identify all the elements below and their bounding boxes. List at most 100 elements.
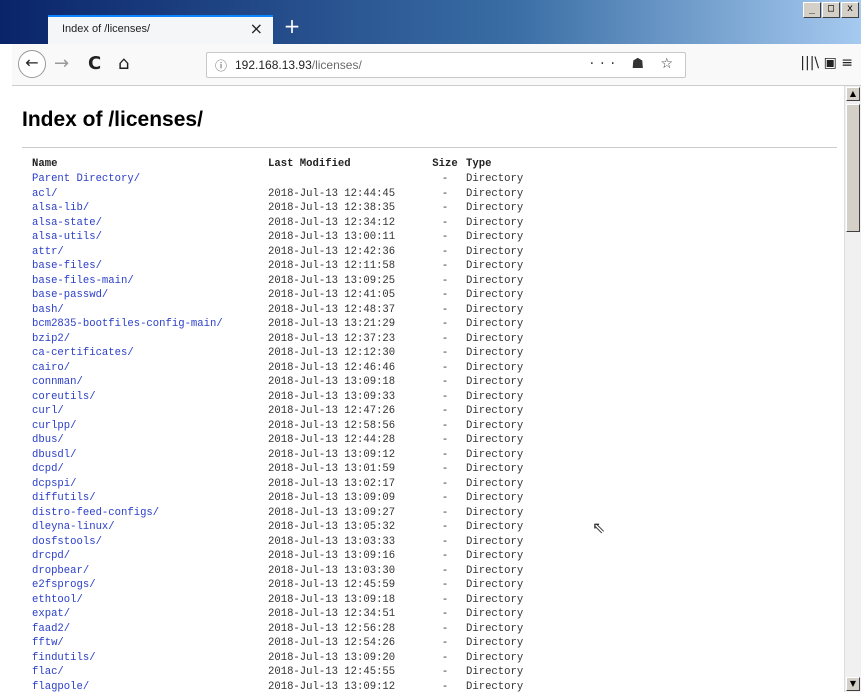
type-cell: Directory [466, 622, 524, 635]
directory-link[interactable]: flac/ [32, 666, 64, 678]
modified-cell: 2018-Jul-13 12:45:55 [268, 666, 396, 678]
directory-link[interactable]: acl/ [32, 188, 57, 200]
directory-link[interactable]: ca-certificates/ [32, 347, 134, 359]
toolbar-icons[interactable]: |||\ ▣ ≡ [800, 55, 853, 71]
reload-button[interactable]: C [88, 53, 101, 74]
directory-link[interactable]: bzip2/ [32, 333, 70, 345]
directory-link[interactable]: distro-feed-configs/ [32, 507, 159, 519]
table-row: base-files/2018-Jul-13 12:11:58 - Director… [32, 259, 566, 274]
name-cell: ca-certificates/ [32, 346, 268, 361]
tab-licenses[interactable]: Index of /licenses/ × [48, 15, 273, 44]
directory-link[interactable]: base-files/ [32, 260, 102, 272]
page-actions-icons[interactable]: ··· ☗ ☆ [590, 56, 679, 72]
directory-link[interactable]: dleyna-linux/ [32, 521, 115, 533]
type-cell: Directory [466, 434, 524, 446]
directory-link[interactable]: faad2/ [32, 623, 70, 635]
minimize-button[interactable]: _ [803, 2, 821, 18]
directory-link[interactable]: attr/ [32, 246, 64, 258]
url-bar[interactable]: ⓘ 192.168.13.93/licenses/ ··· ☗ ☆ [206, 52, 686, 78]
directory-link[interactable]: base-files-main/ [32, 275, 134, 287]
header-type[interactable]: Type [466, 156, 566, 172]
size-cell: - [441, 579, 449, 591]
directory-link[interactable]: flagpole/ [32, 681, 89, 692]
modified-cell: 2018-Jul-13 12:58:56 [268, 419, 396, 432]
directory-link[interactable]: fftw/ [32, 637, 64, 649]
name-cell: flac/ [32, 665, 268, 680]
modified-cell: 2018-Jul-13 13:21:29 [268, 318, 396, 330]
directory-link[interactable]: dbus/ [32, 434, 64, 446]
directory-link[interactable]: findutils/ [32, 652, 96, 664]
tab-close-icon[interactable]: × [250, 19, 263, 38]
table-row: base-passwd/2018-Jul-13 12:41:05 - Directo… [32, 288, 566, 303]
directory-link[interactable]: alsa-state/ [32, 217, 102, 229]
directory-link[interactable]: dbusdl/ [32, 449, 77, 461]
header-size[interactable]: Size [424, 156, 466, 172]
directory-link[interactable]: bash/ [32, 304, 64, 316]
maximize-button[interactable]: □ [822, 2, 840, 18]
modified-cell: 2018-Jul-13 13:09:12 [268, 448, 396, 461]
type-cell: Directory [466, 202, 524, 214]
name-cell: dleyna-linux/ [32, 520, 268, 535]
close-window-button[interactable]: x [841, 2, 859, 18]
modified-cell [268, 172, 424, 187]
table-row: dcpspi/2018-Jul-13 13:02:17 - Directory [32, 477, 566, 492]
directory-link[interactable]: dcpspi/ [32, 478, 77, 490]
vertical-scrollbar[interactable]: ▲ ▼ [844, 86, 861, 692]
directory-link[interactable]: e2fsprogs/ [32, 579, 96, 591]
forward-button[interactable]: → [54, 53, 69, 74]
size-cell: - [441, 593, 449, 606]
table-row: expat/2018-Jul-13 12:34:51 - Directory [32, 607, 566, 622]
type-cell: Directory [466, 376, 524, 388]
directory-link[interactable]: curl/ [32, 405, 64, 417]
table-row: e2fsprogs/2018-Jul-13 12:45:59 - Directory [32, 578, 566, 593]
directory-link[interactable]: curlpp/ [32, 420, 77, 432]
scroll-up-button[interactable]: ▲ [846, 87, 860, 101]
directory-link[interactable]: dosfstools/ [32, 536, 102, 548]
directory-link[interactable]: connman/ [32, 376, 83, 388]
table-row: diffutils/2018-Jul-13 13:09:09 - Directory [32, 491, 566, 506]
table-row: curl/2018-Jul-13 12:47:26 - Directory [32, 404, 566, 419]
directory-link[interactable]: dropbear/ [32, 565, 89, 577]
modified-cell: 2018-Jul-13 12:34:51 [268, 608, 396, 620]
modified-cell: 2018-Jul-13 13:00:11 [268, 231, 396, 243]
directory-link[interactable]: dcpd/ [32, 463, 64, 475]
modified-cell: 2018-Jul-13 13:03:33 [268, 535, 396, 548]
header-modified[interactable]: Last Modified [268, 156, 424, 172]
directory-link[interactable]: cairo/ [32, 362, 70, 374]
size-cell: - [441, 564, 449, 577]
url-text[interactable]: 192.168.13.93/licenses/ [235, 58, 362, 72]
info-icon[interactable]: ⓘ [215, 57, 227, 74]
home-button[interactable]: ⌂ [118, 53, 129, 74]
scroll-thumb[interactable] [846, 104, 860, 232]
directory-link[interactable]: diffutils/ [32, 492, 96, 504]
type-cell: Directory [466, 303, 524, 316]
directory-link[interactable]: expat/ [32, 608, 70, 620]
table-header: Name Last Modified Size Type [32, 156, 566, 172]
directory-link[interactable]: alsa-utils/ [32, 231, 102, 243]
directory-link[interactable]: Parent Directory/ [32, 173, 140, 185]
table-row: bash/2018-Jul-13 12:48:37 - Directory [32, 303, 566, 318]
title-bar: Index of /licenses/ × + _ □ x [0, 0, 861, 44]
directory-link[interactable]: bcm2835-bootfiles-config-main/ [32, 318, 223, 330]
table-row: coreutils/2018-Jul-13 13:09:33 - Directory [32, 390, 566, 405]
scroll-down-button[interactable]: ▼ [846, 677, 860, 691]
type-cell: Directory [466, 651, 524, 664]
directory-link[interactable]: ethtool/ [32, 594, 83, 606]
name-cell: base-files/ [32, 259, 268, 274]
back-button[interactable]: ← [18, 50, 46, 78]
directory-link[interactable]: alsa-lib/ [32, 202, 89, 214]
modified-cell: 2018-Jul-13 12:41:05 [268, 289, 396, 301]
directory-link[interactable]: base-passwd/ [32, 289, 108, 301]
header-name[interactable]: Name [32, 156, 268, 172]
type-cell: Directory [466, 318, 524, 330]
table-row: alsa-utils/2018-Jul-13 13:00:11 - Director… [32, 230, 566, 245]
new-tab-button[interactable]: + [280, 15, 304, 39]
size-cell: - [441, 419, 449, 432]
name-cell: findutils/ [32, 651, 268, 666]
window-controls: _ □ x [803, 2, 859, 18]
modified-cell: 2018-Jul-13 12:44:45 [268, 187, 396, 200]
directory-link[interactable]: drcpd/ [32, 550, 70, 562]
directory-link[interactable]: coreutils/ [32, 391, 96, 403]
size-cell: - [441, 622, 449, 635]
size-cell: - [441, 535, 449, 548]
